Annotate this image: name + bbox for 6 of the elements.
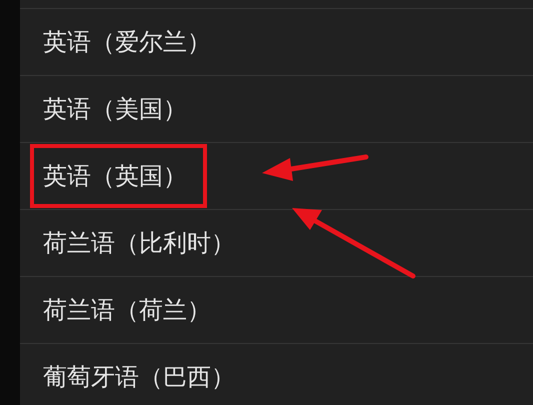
language-option[interactable]: 英语（美国） — [30, 77, 207, 141]
language-option[interactable]: 葡萄牙语（巴西） — [30, 345, 255, 405]
language-option[interactable]: 英语（爱尔兰） — [30, 10, 231, 74]
language-option[interactable]: 英语（英国） — [30, 144, 207, 208]
language-option[interactable]: 荷兰语（比利时） — [30, 211, 255, 275]
language-option[interactable]: 荷兰语（荷兰） — [30, 278, 231, 342]
